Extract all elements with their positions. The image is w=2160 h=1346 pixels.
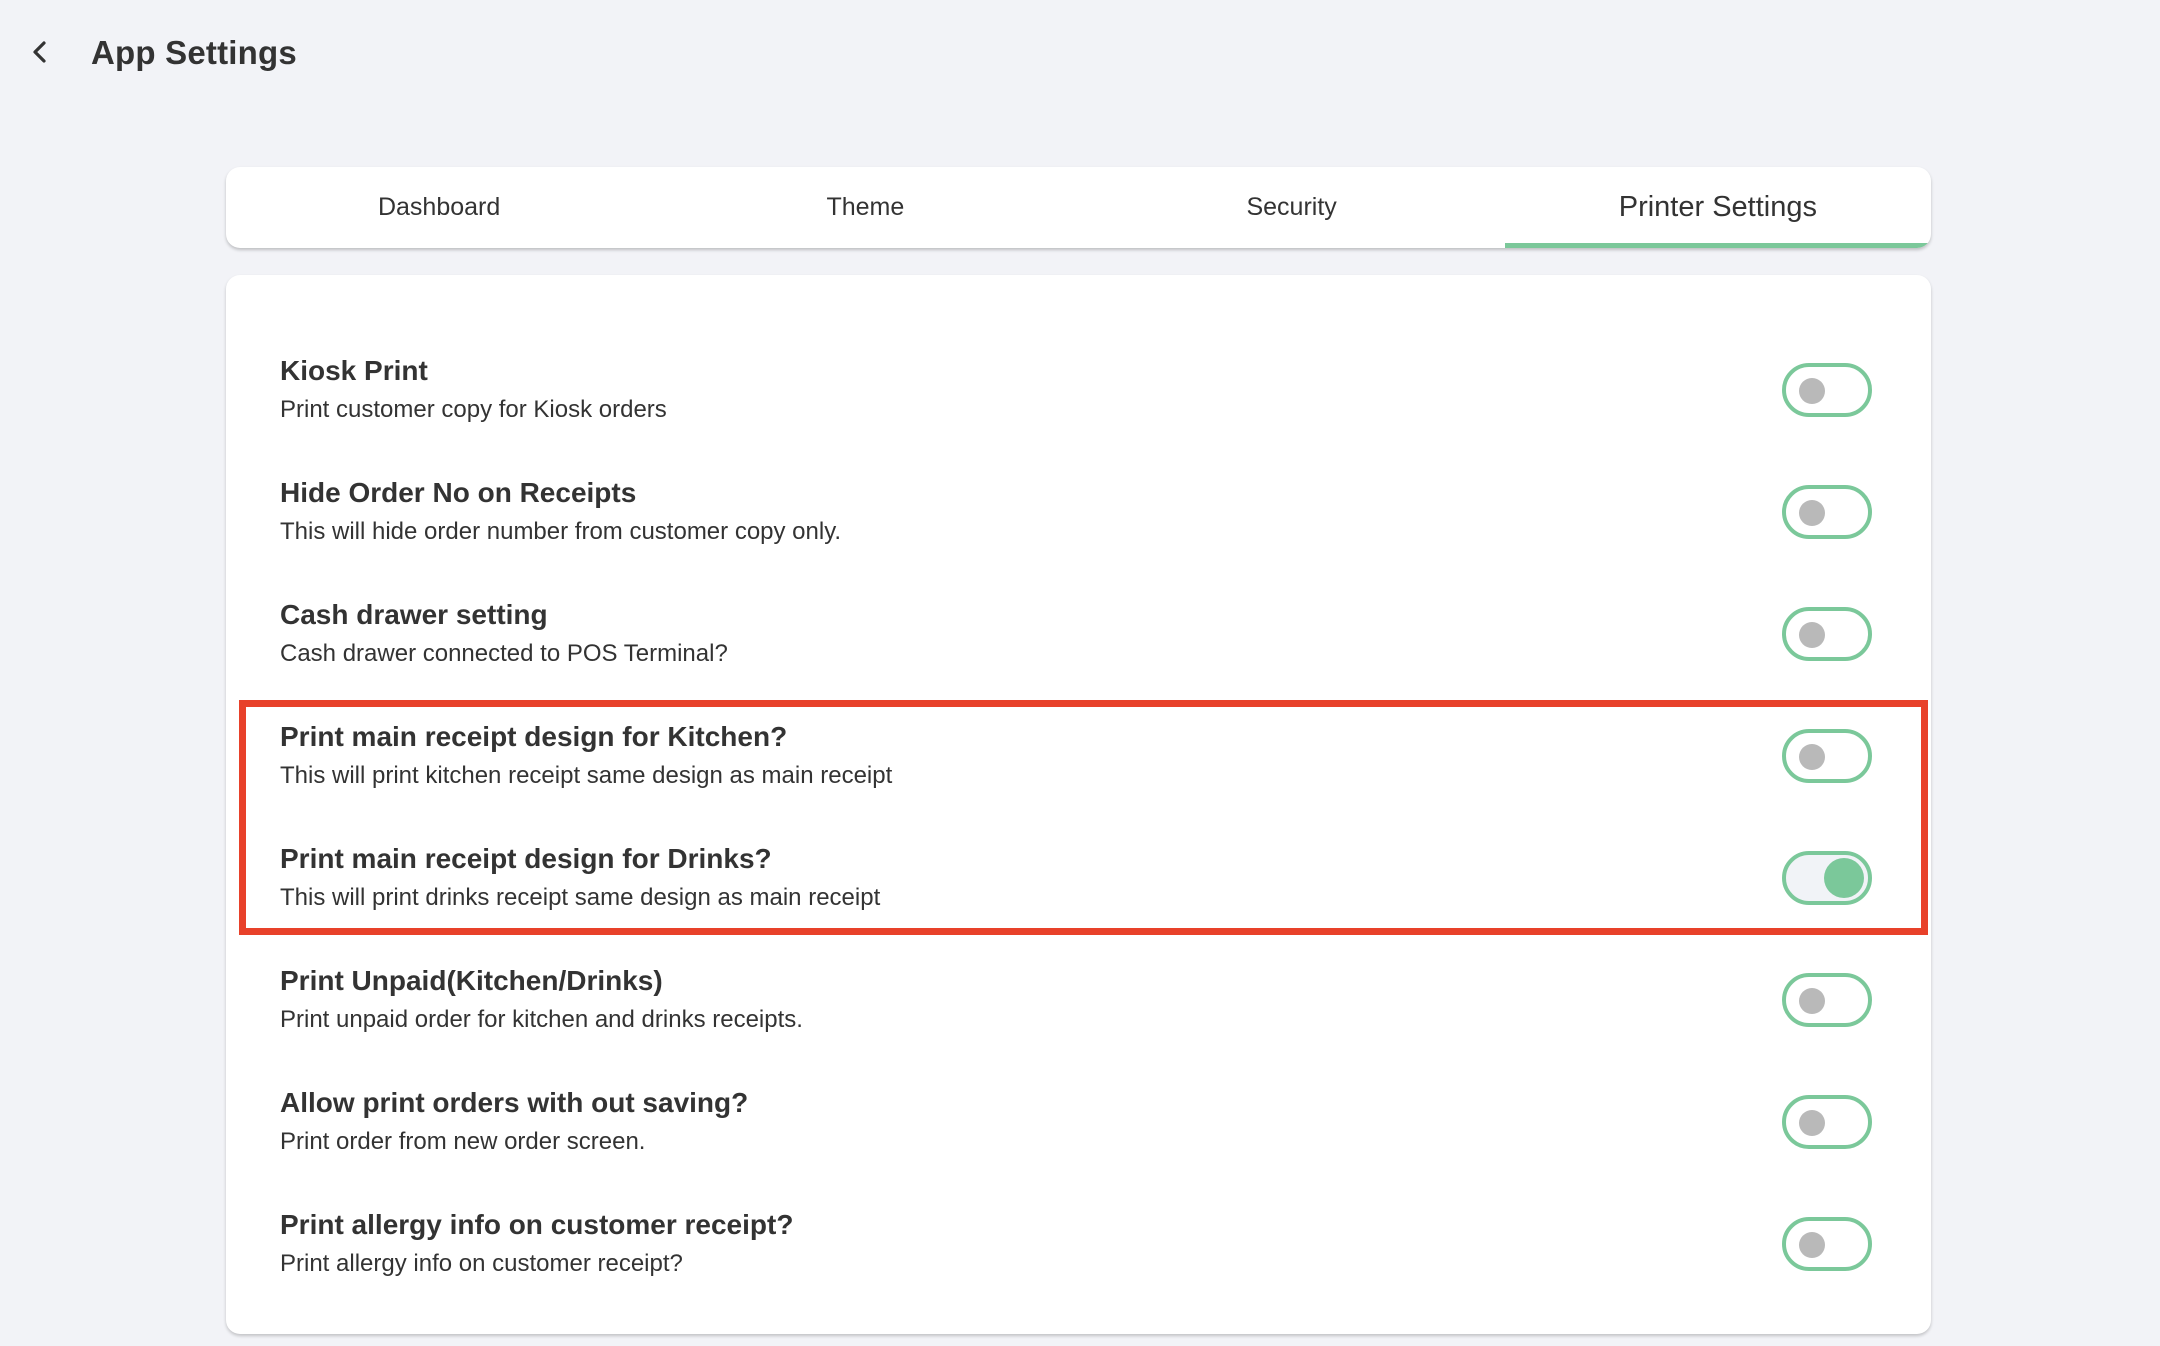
top-bar: App Settings [0,0,2160,110]
setting-title: Print Unpaid(Kitchen/Drinks) [280,965,663,996]
setting-row-allergy-info: Print allergy info on customer receipt? … [226,1129,1931,1277]
setting-title: Print main receipt design for Drinks? [280,843,772,874]
setting-description: Print allergy info on customer receipt? [280,1250,683,1277]
setting-title: Print allergy info on customer receipt? [280,1209,794,1240]
back-button[interactable] [22,36,58,72]
settings-tab-bar: Dashboard Theme Security Printer Setting… [226,167,1931,248]
setting-row-print-unpaid: Print Unpaid(Kitchen/Drinks) Print unpai… [226,885,1931,1033]
setting-title: Hide Order No on Receipts [280,477,637,508]
setting-row-print-without-saving: Allow print orders with out saving? Prin… [226,1007,1931,1155]
setting-row-kitchen-main-receipt: Print main receipt design for Kitchen? T… [226,641,1931,789]
setting-row-hide-order-no: Hide Order No on Receipts This will hide… [226,397,1931,545]
tab-theme[interactable]: Theme [652,167,1078,248]
tab-dashboard[interactable]: Dashboard [226,167,652,248]
setting-title: Kiosk Print [280,355,428,386]
setting-title: Print main receipt design for Kitchen? [280,721,788,752]
setting-row-kiosk-print: Kiosk Print Print customer copy for Kios… [226,275,1931,423]
page-title: App Settings [91,34,297,71]
tab-security[interactable]: Security [1079,167,1505,248]
toggle-knob [1799,1232,1825,1258]
setting-title: Allow print orders with out saving? [280,1087,749,1118]
allergy-info-toggle[interactable] [1782,1217,1872,1271]
setting-row-cash-drawer: Cash drawer setting Cash drawer connecte… [226,519,1931,667]
tab-printer-settings[interactable]: Printer Settings [1504,167,1931,248]
setting-row-drinks-main-receipt: Print main receipt design for Drinks? Th… [226,763,1931,911]
printer-settings-card: Kiosk Print Print customer copy for Kios… [226,275,1931,1334]
setting-title: Cash drawer setting [280,599,548,630]
chevron-left-icon [29,39,51,70]
